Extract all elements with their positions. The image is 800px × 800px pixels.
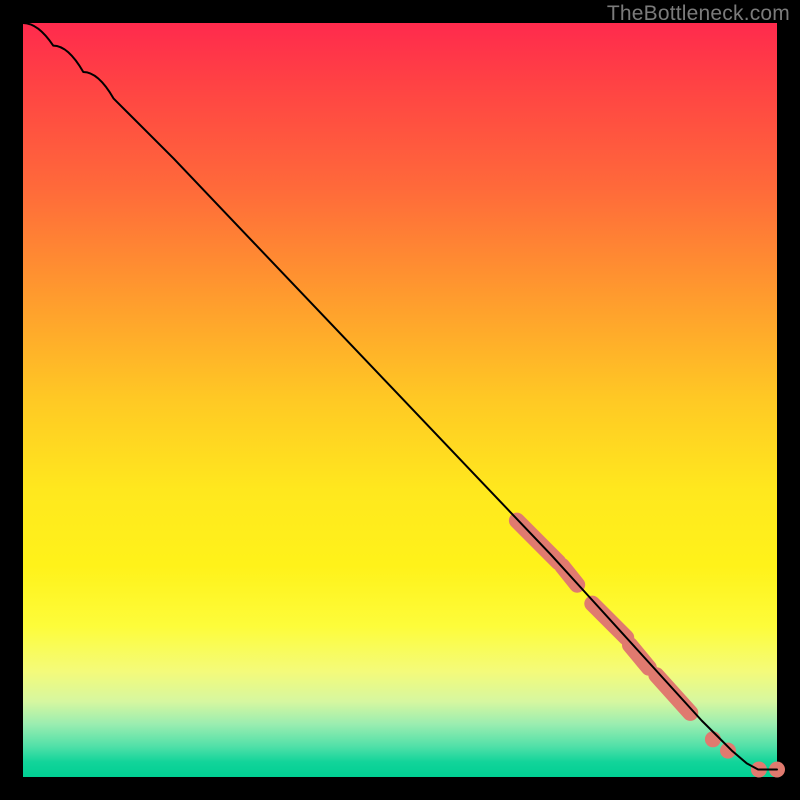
marker-cluster-group [517,521,785,778]
marker-point [720,743,736,759]
bottleneck-curve [23,23,777,770]
chart-overlay [23,23,777,777]
marker-point [705,731,721,747]
marker-segment [656,675,690,713]
marker-segment [630,645,649,668]
chart-stage: TheBottleneck.com [0,0,800,800]
